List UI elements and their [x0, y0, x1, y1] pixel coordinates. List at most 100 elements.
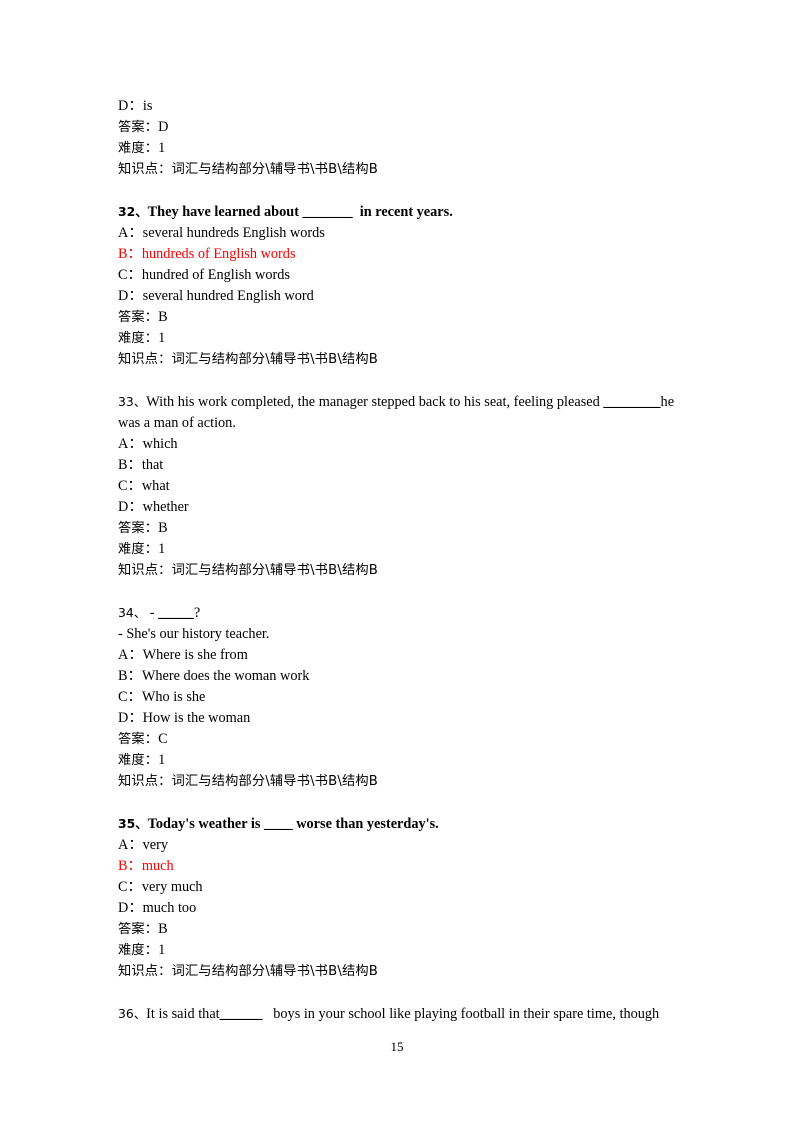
option-label: A： — [118, 647, 143, 663]
difficulty-line: 难度：1 — [118, 750, 678, 771]
option-row[interactable]: A：several hundreds English words — [118, 223, 678, 244]
knowledge-line: 知识点：词汇与结构部分\辅导书\书B\结构B — [118, 771, 678, 792]
option-row[interactable]: B：much — [118, 856, 678, 877]
option-text: much too — [142, 900, 197, 916]
option-row[interactable]: B：hundreds of English words — [118, 244, 678, 265]
option-row[interactable]: D：several hundred English word — [118, 286, 678, 307]
question-stem: 34、 - _____? — [118, 602, 678, 624]
difficulty-label: 难度： — [118, 753, 159, 768]
knowledge-value: 词汇与结构部分\辅导书\书B\结构B — [171, 162, 379, 177]
answer-value: B — [158, 921, 168, 937]
knowledge-label: 知识点： — [118, 964, 172, 979]
option-text: Who is she — [141, 689, 206, 705]
question-stem: 33、With his work completed, the manager … — [118, 391, 678, 413]
option-row[interactable]: C：Who is she — [118, 687, 678, 708]
difficulty-label: 难度： — [118, 331, 159, 346]
question-text-after: in recent years. — [352, 204, 453, 220]
question-text-before: They have learned about — [147, 204, 303, 220]
difficulty-value: 1 — [158, 752, 166, 768]
fill-in-blank: _____ — [158, 605, 194, 621]
difficulty-line: 难度：1 — [118, 328, 678, 349]
option-label: D： — [118, 499, 143, 515]
option-line: D：is — [118, 98, 153, 114]
option-text: what — [141, 478, 170, 494]
question-number: 32、 — [118, 204, 148, 219]
option-row[interactable]: D：much too — [118, 898, 678, 919]
answer-label: 答案： — [118, 922, 159, 937]
option-text: Where is she from — [142, 647, 248, 663]
answer-value: D — [158, 119, 169, 135]
option-text: that — [141, 457, 164, 473]
option-text: Where does the woman work — [141, 668, 310, 684]
option-label: B： — [118, 246, 142, 262]
option-label: B： — [118, 457, 142, 473]
option-row[interactable]: A：Where is she from — [118, 645, 678, 666]
option-text: hundreds of English words — [141, 246, 296, 262]
question-text-before: Today's weather is — [147, 816, 265, 832]
option-label: B： — [118, 668, 142, 684]
difficulty-line: 难度：1 — [118, 138, 678, 159]
answer-line: 答案：B — [118, 919, 678, 940]
option-text: much — [141, 858, 174, 874]
document-page: D：is 答案：D 难度：1 知识点：词汇与结构部分\辅导书\书B\结构B 32… — [0, 0, 794, 1123]
question-stem-continued: was a man of action. — [118, 415, 236, 431]
option-label: C： — [118, 267, 142, 283]
option-label: D： — [118, 288, 143, 304]
answer-label: 答案： — [118, 521, 159, 536]
knowledge-value: 词汇与结构部分\辅导书\书B\结构B — [171, 964, 379, 979]
difficulty-value: 1 — [158, 140, 166, 156]
option-text: very much — [141, 879, 203, 895]
difficulty-line: 难度：1 — [118, 940, 678, 961]
answer-line: 答案：B — [118, 518, 678, 539]
question-number: 35、 — [118, 816, 148, 831]
option-label: C： — [118, 478, 142, 494]
knowledge-value: 词汇与结构部分\辅导书\书B\结构B — [171, 352, 379, 367]
question-stem: 32、They have learned about _______ in re… — [118, 201, 678, 223]
option-row[interactable]: B：that — [118, 455, 678, 476]
fill-in-blank: ________ — [603, 394, 661, 410]
question-text-after: boys in your school like playing footbal… — [262, 1006, 660, 1022]
option-row[interactable]: C：what — [118, 476, 678, 497]
option-label: C： — [118, 879, 142, 895]
option-text: which — [142, 436, 178, 452]
knowledge-label: 知识点： — [118, 352, 172, 367]
page-number: 15 — [390, 1039, 404, 1054]
page-content: D：is 答案：D 难度：1 知识点：词汇与结构部分\辅导书\书B\结构B 32… — [118, 96, 678, 1025]
difficulty-value: 1 — [158, 541, 166, 557]
option-label: D： — [118, 710, 143, 726]
option-row[interactable]: A：which — [118, 434, 678, 455]
answer-line: 答案：B — [118, 307, 678, 328]
option-row[interactable]: B：Where does the woman work — [118, 666, 678, 687]
option-text: several hundreds English words — [142, 225, 325, 241]
answer-value: B — [158, 520, 168, 536]
option-row[interactable]: D：whether — [118, 497, 678, 518]
option-label: B： — [118, 858, 142, 874]
option-row[interactable]: C：hundred of English words — [118, 265, 678, 286]
option-text: whether — [142, 499, 189, 515]
difficulty-value: 1 — [158, 330, 166, 346]
knowledge-line: 知识点：词汇与结构部分\辅导书\书B\结构B — [118, 159, 678, 180]
knowledge-label: 知识点： — [118, 563, 172, 578]
knowledge-value: 词汇与结构部分\辅导书\书B\结构B — [171, 563, 379, 578]
option-label: A： — [118, 436, 143, 452]
question-text-after: he — [660, 394, 675, 410]
question-number: 33、 — [118, 394, 147, 409]
question-text-after: ? — [193, 605, 201, 621]
option-row[interactable]: D：How is the woman — [118, 708, 678, 729]
knowledge-label: 知识点： — [118, 162, 172, 177]
option-text: several hundred English word — [142, 288, 314, 304]
difficulty-value: 1 — [158, 942, 166, 958]
question-stem-continued: - She's our history teacher. — [118, 626, 270, 642]
option-row[interactable]: A：very — [118, 835, 678, 856]
question-text-before: With his work completed, the manager ste… — [146, 394, 604, 410]
difficulty-line: 难度：1 — [118, 539, 678, 560]
knowledge-value: 词汇与结构部分\辅导书\书B\结构B — [171, 774, 379, 789]
answer-label: 答案： — [118, 120, 159, 135]
option-row[interactable]: C：very much — [118, 877, 678, 898]
question-text-before: It is said that — [146, 1006, 220, 1022]
knowledge-line: 知识点：词汇与结构部分\辅导书\书B\结构B — [118, 961, 678, 982]
